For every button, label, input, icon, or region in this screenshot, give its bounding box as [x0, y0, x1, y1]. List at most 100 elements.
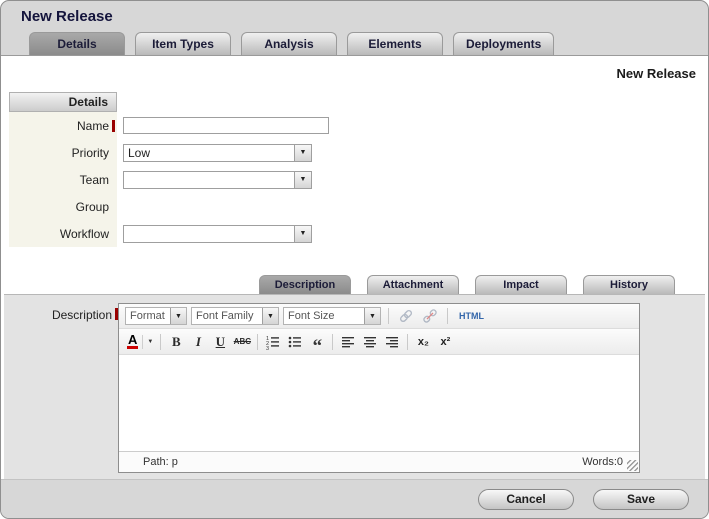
chevron-down-icon[interactable]: ▼: [262, 308, 278, 324]
name-row: Name: [9, 112, 708, 139]
remove-link-button[interactable]: [420, 306, 440, 326]
tab-impact[interactable]: Impact: [475, 275, 567, 294]
team-select[interactable]: ▼: [123, 171, 312, 189]
group-label-cell: Group: [9, 193, 117, 220]
editor-body[interactable]: [119, 355, 639, 451]
strikethrough-icon: ABC: [234, 337, 251, 346]
tab-details[interactable]: Details: [29, 32, 125, 55]
tab-history[interactable]: History: [583, 275, 675, 294]
workflow-label: Workflow: [60, 227, 109, 241]
tab-attachment[interactable]: Attachment: [367, 275, 459, 294]
name-label: Name: [77, 119, 109, 133]
form-heading: New Release: [1, 56, 708, 86]
details-section-header: Details: [9, 92, 117, 112]
underline-button[interactable]: U: [210, 332, 230, 352]
chevron-down-icon[interactable]: ▼: [294, 172, 311, 188]
superscript-icon: x²: [440, 336, 450, 348]
toolbar-separator: [332, 334, 333, 350]
unordered-list-icon: [287, 334, 303, 350]
tab-analysis[interactable]: Analysis: [241, 32, 337, 55]
subscript-icon: x₂: [418, 336, 429, 348]
chevron-down-icon[interactable]: ▼: [142, 335, 153, 349]
priority-label: Priority: [72, 146, 109, 160]
team-row: Team ▼: [9, 166, 708, 193]
toolbar-separator: [388, 308, 389, 324]
html-source-button[interactable]: HTML: [455, 306, 488, 326]
unordered-list-button[interactable]: [285, 332, 305, 352]
font-size-value: Font Size: [284, 308, 364, 324]
align-right-icon: [384, 334, 400, 350]
priority-label-cell: Priority: [9, 139, 117, 166]
tab-elements[interactable]: Elements: [347, 32, 443, 55]
main-tab-bar: Details Item Types Analysis Elements Dep…: [1, 31, 708, 55]
description-panel: Description Format ▼ Font Family ▼ Font …: [4, 294, 705, 479]
new-release-window: New Release Details Item Types Analysis …: [0, 0, 709, 519]
tab-description[interactable]: Description: [259, 275, 351, 294]
blockquote-icon: “: [313, 334, 323, 350]
save-button[interactable]: Save: [593, 489, 689, 510]
word-count: Words:0: [582, 456, 623, 468]
font-family-select[interactable]: Font Family ▼: [191, 307, 279, 325]
content-area: New Release Details Name Priority: [1, 55, 708, 479]
rich-text-editor: Format ▼ Font Family ▼ Font Size ▼: [118, 303, 640, 473]
titlebar: New Release: [1, 1, 708, 31]
svg-text:3: 3: [266, 346, 269, 350]
tab-deployments[interactable]: Deployments: [453, 32, 554, 55]
bold-button[interactable]: B: [166, 332, 186, 352]
align-center-icon: [362, 334, 378, 350]
chevron-down-icon[interactable]: ▼: [294, 145, 311, 161]
priority-select[interactable]: Low ▼: [123, 144, 312, 162]
cancel-button[interactable]: Cancel: [478, 489, 574, 510]
editor-toolbar-top: Format ▼ Font Family ▼ Font Size ▼: [119, 304, 639, 329]
underline-icon: U: [216, 334, 225, 350]
team-selected-value: [124, 172, 294, 188]
strikethrough-button[interactable]: ABC: [232, 332, 252, 352]
align-center-button[interactable]: [360, 332, 380, 352]
priority-selected-value: Low: [124, 145, 294, 161]
toolbar-separator: [160, 334, 161, 350]
tab-item-types[interactable]: Item Types: [135, 32, 231, 55]
workflow-select[interactable]: ▼: [123, 225, 312, 243]
editor-tab-bar: Description Attachment Impact History: [1, 273, 708, 294]
toolbar-separator: [407, 334, 408, 350]
align-left-icon: [340, 334, 356, 350]
blockquote-button[interactable]: “: [307, 332, 327, 352]
align-left-button[interactable]: [338, 332, 358, 352]
details-section: Details Name Priority Low: [9, 92, 708, 247]
italic-button[interactable]: I: [188, 332, 208, 352]
ordered-list-icon: 123: [265, 334, 281, 350]
font-family-value: Font Family: [192, 308, 262, 324]
description-label-cell: Description: [4, 303, 118, 479]
name-label-cell: Name: [9, 112, 117, 139]
group-label: Group: [76, 200, 109, 214]
toolbar-separator: [447, 308, 448, 324]
font-size-select[interactable]: Font Size ▼: [283, 307, 381, 325]
name-input[interactable]: [123, 117, 329, 134]
subscript-button[interactable]: x₂: [413, 332, 433, 352]
format-select[interactable]: Format ▼: [125, 307, 187, 325]
unlink-icon: [422, 308, 438, 324]
bold-icon: B: [172, 334, 181, 350]
team-label-cell: Team: [9, 166, 117, 193]
superscript-button[interactable]: x²: [435, 332, 455, 352]
italic-icon: I: [196, 334, 201, 350]
font-color-icon: A: [127, 334, 138, 349]
workflow-label-cell: Workflow: [9, 220, 117, 247]
workflow-row: Workflow ▼: [9, 220, 708, 247]
description-label: Description: [52, 308, 112, 322]
workflow-selected-value: [124, 226, 294, 242]
resize-handle[interactable]: [627, 460, 638, 471]
team-label: Team: [80, 173, 109, 187]
format-value: Format: [126, 308, 170, 324]
chevron-down-icon[interactable]: ▼: [364, 308, 380, 324]
chevron-down-icon[interactable]: ▼: [170, 308, 186, 324]
insert-link-button[interactable]: [396, 306, 416, 326]
editor-toolbar-bottom: A ▼ B I U ABC: [119, 329, 639, 355]
priority-row: Priority Low ▼: [9, 139, 708, 166]
link-icon: [398, 308, 414, 324]
group-row: Group: [9, 193, 708, 220]
ordered-list-button[interactable]: 123: [263, 332, 283, 352]
align-right-button[interactable]: [382, 332, 402, 352]
font-color-button[interactable]: A ▼: [125, 332, 155, 352]
chevron-down-icon[interactable]: ▼: [294, 226, 311, 242]
